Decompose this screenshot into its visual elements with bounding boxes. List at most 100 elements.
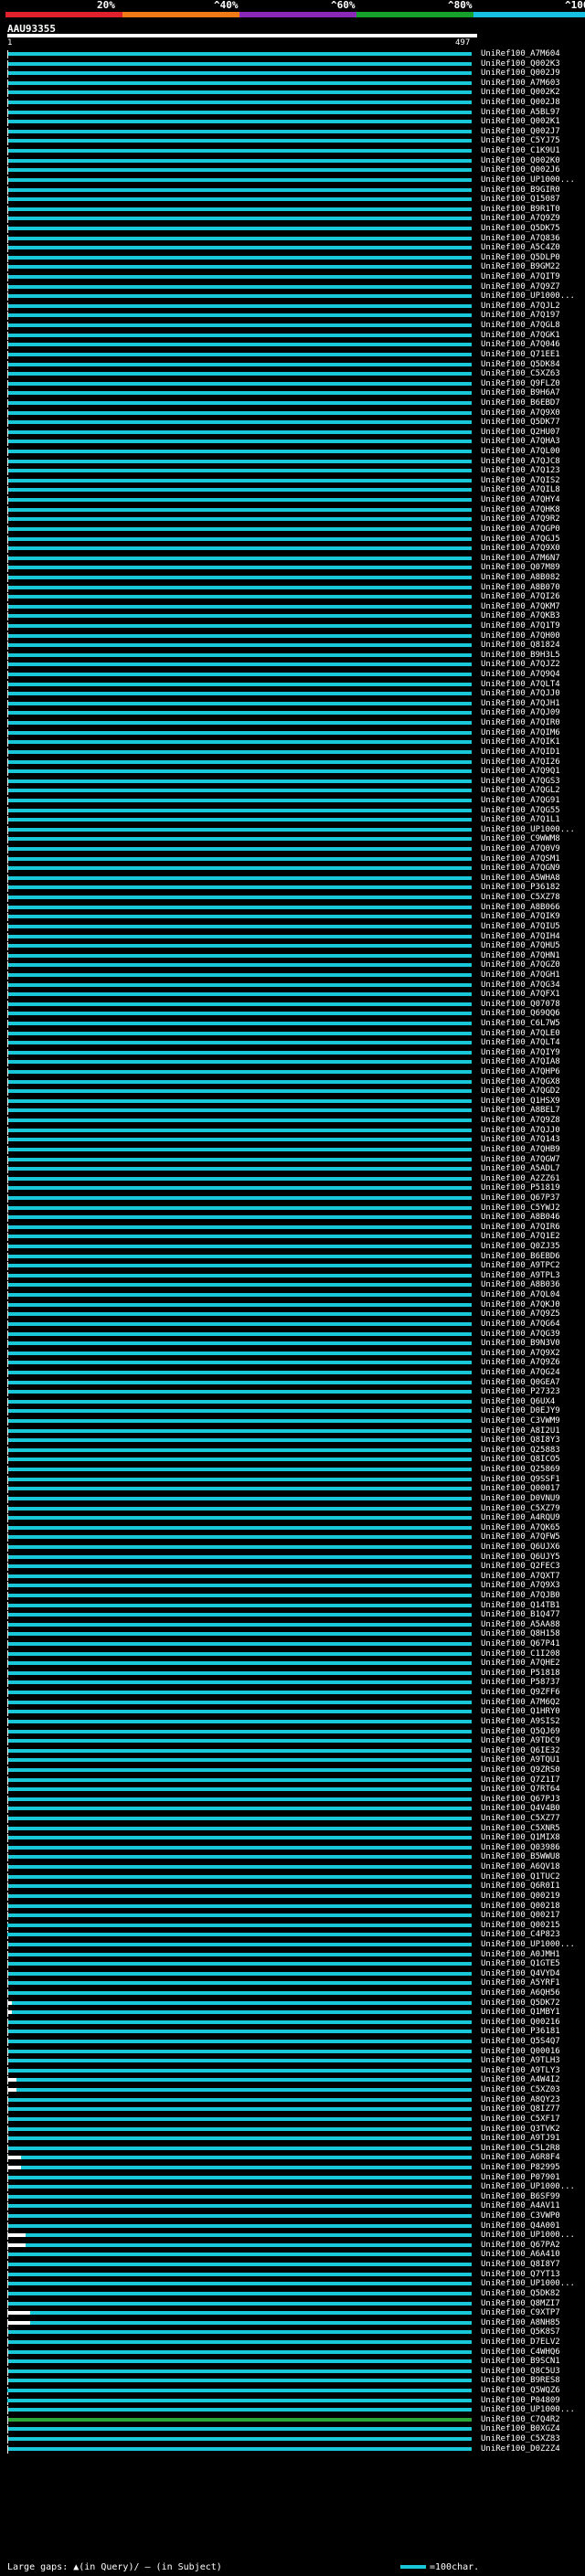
hit-name-link[interactable]: UniRef100_A7QGH1 bbox=[481, 970, 560, 981]
hit-name-link[interactable]: UniRef100_B9SCN1 bbox=[481, 2357, 560, 2367]
hit-row[interactable]: UniRef100_A9TLY3 bbox=[0, 2066, 585, 2076]
hit-row[interactable]: UniRef100_A7M6Q2 bbox=[0, 1698, 585, 1708]
hit-alignment-bar[interactable] bbox=[8, 1942, 472, 1946]
hit-name-link[interactable]: UniRef100_A7QFX1 bbox=[481, 990, 560, 1000]
hit-name-link[interactable]: UniRef100_A7QJJ0 bbox=[481, 1126, 560, 1136]
hit-alignment-bar[interactable] bbox=[8, 313, 472, 318]
hit-alignment-bar[interactable] bbox=[8, 730, 472, 735]
hit-alignment-bar[interactable] bbox=[8, 769, 472, 774]
hit-alignment-bar[interactable] bbox=[8, 1302, 472, 1307]
hit-name-link[interactable]: UniRef100_Q25869 bbox=[481, 1465, 560, 1475]
hit-alignment-bar[interactable] bbox=[8, 2379, 472, 2383]
hit-alignment-bar[interactable] bbox=[8, 2204, 472, 2209]
hit-alignment-bar[interactable] bbox=[8, 498, 472, 503]
hit-name-link[interactable]: UniRef100_A7Q9X2 bbox=[481, 1349, 560, 1359]
hit-alignment-bar[interactable] bbox=[8, 1593, 472, 1597]
hit-row[interactable]: UniRef100_A7QI26 bbox=[0, 758, 585, 768]
hit-row[interactable]: UniRef100_Q6IE32 bbox=[0, 1746, 585, 1756]
hit-row[interactable]: UniRef100_A7QFW5 bbox=[0, 1532, 585, 1542]
hit-row[interactable]: UniRef100_A7QID1 bbox=[0, 747, 585, 758]
hit-name-link[interactable]: UniRef100_C3VWM9 bbox=[481, 1416, 560, 1426]
hit-alignment-bar[interactable] bbox=[8, 1865, 472, 1870]
hit-name-link[interactable]: UniRef100_A7QGD2 bbox=[481, 1087, 560, 1097]
hit-name-link[interactable]: UniRef100_C5XZ79 bbox=[481, 1504, 560, 1514]
hit-alignment-bar[interactable] bbox=[8, 217, 472, 221]
hit-name-link[interactable]: UniRef100_B9GIR0 bbox=[481, 186, 560, 196]
hit-name-link[interactable]: UniRef100_D7ELV2 bbox=[481, 2337, 560, 2348]
hit-name-link[interactable]: UniRef100_A7QG64 bbox=[481, 1320, 560, 1330]
hit-alignment-bar[interactable] bbox=[8, 546, 472, 551]
hit-name-link[interactable]: UniRef100_P36182 bbox=[481, 883, 560, 893]
hit-alignment-bar[interactable] bbox=[8, 1893, 472, 1898]
hit-name-link[interactable]: UniRef100_A7QHK8 bbox=[481, 505, 560, 515]
hit-name-link[interactable]: UniRef100_A8B082 bbox=[481, 573, 560, 583]
hit-alignment-bar[interactable] bbox=[8, 1642, 472, 1647]
hit-row[interactable]: UniRef100_Q1MBY1 bbox=[0, 2008, 585, 2018]
hit-row[interactable]: UniRef100_A7Q1T9 bbox=[0, 621, 585, 631]
hit-name-link[interactable]: UniRef100_A7Q0V9 bbox=[481, 844, 560, 854]
hit-row[interactable]: UniRef100_Q3TVK2 bbox=[0, 2125, 585, 2135]
hit-row[interactable]: UniRef100_A7QHB9 bbox=[0, 1145, 585, 1155]
hit-row[interactable]: UniRef100_Q5QJ69 bbox=[0, 1727, 585, 1737]
hit-row[interactable]: UniRef100_A7QH00 bbox=[0, 631, 585, 641]
hit-alignment-bar[interactable] bbox=[8, 896, 472, 900]
hit-row[interactable]: UniRef100_Q00017 bbox=[0, 1484, 585, 1494]
hit-row[interactable]: UniRef100_A7QGX8 bbox=[0, 1077, 585, 1087]
hit-row[interactable]: UniRef100_Q67PJ3 bbox=[0, 1795, 585, 1805]
hit-row[interactable]: UniRef100_Q5DK84 bbox=[0, 360, 585, 370]
hit-row[interactable]: UniRef100_Q002J9 bbox=[0, 69, 585, 79]
hit-alignment-bar[interactable] bbox=[8, 507, 472, 512]
hit-row[interactable]: UniRef100_A7QI26 bbox=[0, 592, 585, 602]
hit-alignment-bar[interactable] bbox=[8, 1632, 472, 1637]
hit-name-link[interactable]: UniRef100_A7QGP0 bbox=[481, 525, 560, 535]
hit-name-link[interactable]: UniRef100_C5YJ75 bbox=[481, 136, 560, 146]
hit-row[interactable]: UniRef100_Q00218 bbox=[0, 1902, 585, 1912]
hit-name-link[interactable]: UniRef100_C7Q4R2 bbox=[481, 2415, 560, 2425]
hit-name-link[interactable]: UniRef100_A7Q9X3 bbox=[481, 1581, 560, 1591]
hit-alignment-bar[interactable] bbox=[8, 1544, 472, 1549]
hit-alignment-bar[interactable] bbox=[8, 1962, 472, 1966]
hit-name-link[interactable]: UniRef100_P82995 bbox=[481, 2163, 560, 2173]
hit-row[interactable]: UniRef100_B6EBD6 bbox=[0, 1252, 585, 1262]
hit-alignment-bar[interactable] bbox=[8, 1235, 472, 1239]
hit-name-link[interactable]: UniRef100_A9TJ91 bbox=[481, 2134, 560, 2144]
hit-name-link[interactable]: UniRef100_A7QIL8 bbox=[481, 485, 560, 495]
hit-row[interactable]: UniRef100_B9H3L5 bbox=[0, 651, 585, 661]
hit-name-link[interactable]: UniRef100_Q8H158 bbox=[481, 1629, 560, 1639]
hit-name-link[interactable]: UniRef100_A7QIK1 bbox=[481, 737, 560, 747]
hit-alignment-bar[interactable] bbox=[8, 1138, 472, 1142]
hit-name-link[interactable]: UniRef100_A7QLT4 bbox=[481, 680, 560, 690]
hit-name-link[interactable]: UniRef100_Q03986 bbox=[481, 1843, 560, 1853]
hit-row[interactable]: UniRef100_P58737 bbox=[0, 1678, 585, 1688]
hit-alignment-bar[interactable] bbox=[8, 556, 472, 560]
hit-alignment-bar[interactable] bbox=[8, 1254, 472, 1258]
hit-name-link[interactable]: UniRef100_A7QK65 bbox=[481, 1523, 560, 1533]
hit-alignment-bar[interactable] bbox=[8, 1399, 472, 1404]
hit-alignment-bar[interactable] bbox=[8, 614, 472, 619]
hit-row[interactable]: UniRef100_Q1GTE5 bbox=[0, 1959, 585, 1969]
hit-row[interactable]: UniRef100_Q4V4B0 bbox=[0, 1804, 585, 1814]
hit-name-link[interactable]: UniRef100_B9N3V0 bbox=[481, 1339, 560, 1349]
hit-name-link[interactable]: UniRef100_A7Q9Z5 bbox=[481, 1309, 560, 1320]
hit-row[interactable]: UniRef100_A7Q9Q4 bbox=[0, 670, 585, 680]
hit-alignment-bar[interactable] bbox=[8, 294, 472, 299]
hit-name-link[interactable]: UniRef100_A8BEL7 bbox=[481, 1106, 560, 1116]
hit-row[interactable]: UniRef100_A7Q9Q1 bbox=[0, 767, 585, 777]
hit-alignment-bar[interactable] bbox=[8, 1622, 472, 1627]
hit-row[interactable]: UniRef100_A8BEL7 bbox=[0, 1106, 585, 1116]
hit-row[interactable]: UniRef100_Q1TUC2 bbox=[0, 1872, 585, 1882]
hit-name-link[interactable]: UniRef100_C5XZ03 bbox=[481, 2085, 560, 2095]
hit-alignment-bar[interactable] bbox=[8, 372, 472, 376]
hit-row[interactable]: UniRef100_A8B070 bbox=[0, 583, 585, 593]
hit-alignment-bar[interactable] bbox=[8, 1468, 472, 1472]
hit-row[interactable]: UniRef100_P51819 bbox=[0, 1183, 585, 1193]
hit-row[interactable]: UniRef100_C5L2R8 bbox=[0, 2144, 585, 2154]
hit-alignment-bar[interactable] bbox=[8, 818, 472, 822]
hit-name-link[interactable]: UniRef100_C5XZ63 bbox=[481, 369, 560, 379]
hit-name-link[interactable]: UniRef100_C9XTP7 bbox=[481, 2308, 560, 2318]
hit-name-link[interactable]: UniRef100_A7QHE2 bbox=[481, 1659, 560, 1669]
hit-alignment-bar[interactable] bbox=[8, 2214, 472, 2219]
hit-row[interactable]: UniRef100_Q71EE1 bbox=[0, 350, 585, 360]
hit-row[interactable]: UniRef100_B6EBD7 bbox=[0, 398, 585, 408]
hit-name-link[interactable]: UniRef100_D0Z2Z4 bbox=[481, 2444, 560, 2454]
